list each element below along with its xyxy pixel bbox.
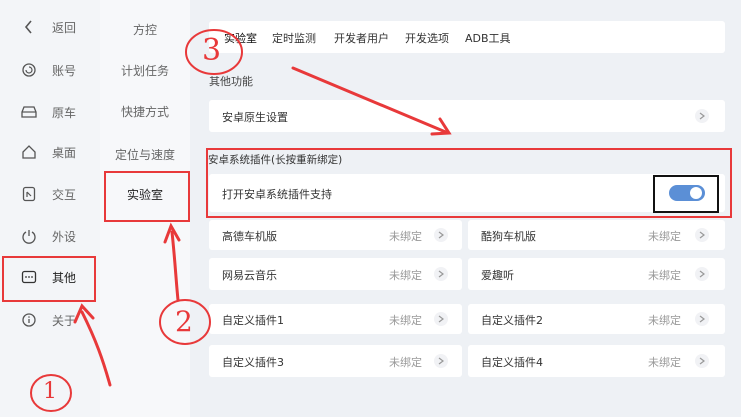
annotation-arrow-1 [73, 303, 112, 387]
annotation-arrow-2 [163, 222, 181, 302]
annotation-number-1: 1 [43, 379, 57, 404]
annotation-number-2: 2 [175, 305, 193, 338]
annotation-arrow-3 [291, 66, 452, 136]
annotation-overlay [30, 29, 452, 412]
annotation-number-3: 3 [202, 33, 222, 68]
